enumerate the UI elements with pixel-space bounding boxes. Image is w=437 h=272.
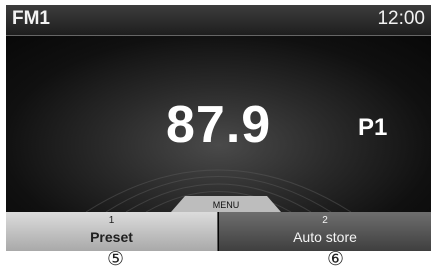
menu-label[interactable]: MENU xyxy=(171,200,281,210)
frequency-readout: 87.9 xyxy=(166,96,272,154)
preset-number: P1 xyxy=(358,114,388,141)
softkey-label: Auto store xyxy=(293,229,357,245)
radio-screen: FM1 12:00 87.9 P1 MENU 1 Preset 2 Auto s… xyxy=(6,5,431,251)
softkey-label: Preset xyxy=(90,229,133,245)
band-label: FM1 xyxy=(12,8,50,29)
preset-button[interactable]: 1 Preset xyxy=(6,212,218,251)
softkey-number: 1 xyxy=(108,215,115,226)
callout-5: ⑤ xyxy=(107,248,125,270)
tuner-display: 87.9 P1 xyxy=(6,36,431,212)
clock: 12:00 xyxy=(377,8,425,29)
softkey-bar: 1 Preset 2 Auto store xyxy=(6,212,431,251)
callout-6: ⑥ xyxy=(327,248,345,270)
softkey-number: 2 xyxy=(322,215,328,226)
auto-store-button[interactable]: 2 Auto store xyxy=(219,212,431,251)
status-bar: FM1 12:00 xyxy=(6,5,431,36)
